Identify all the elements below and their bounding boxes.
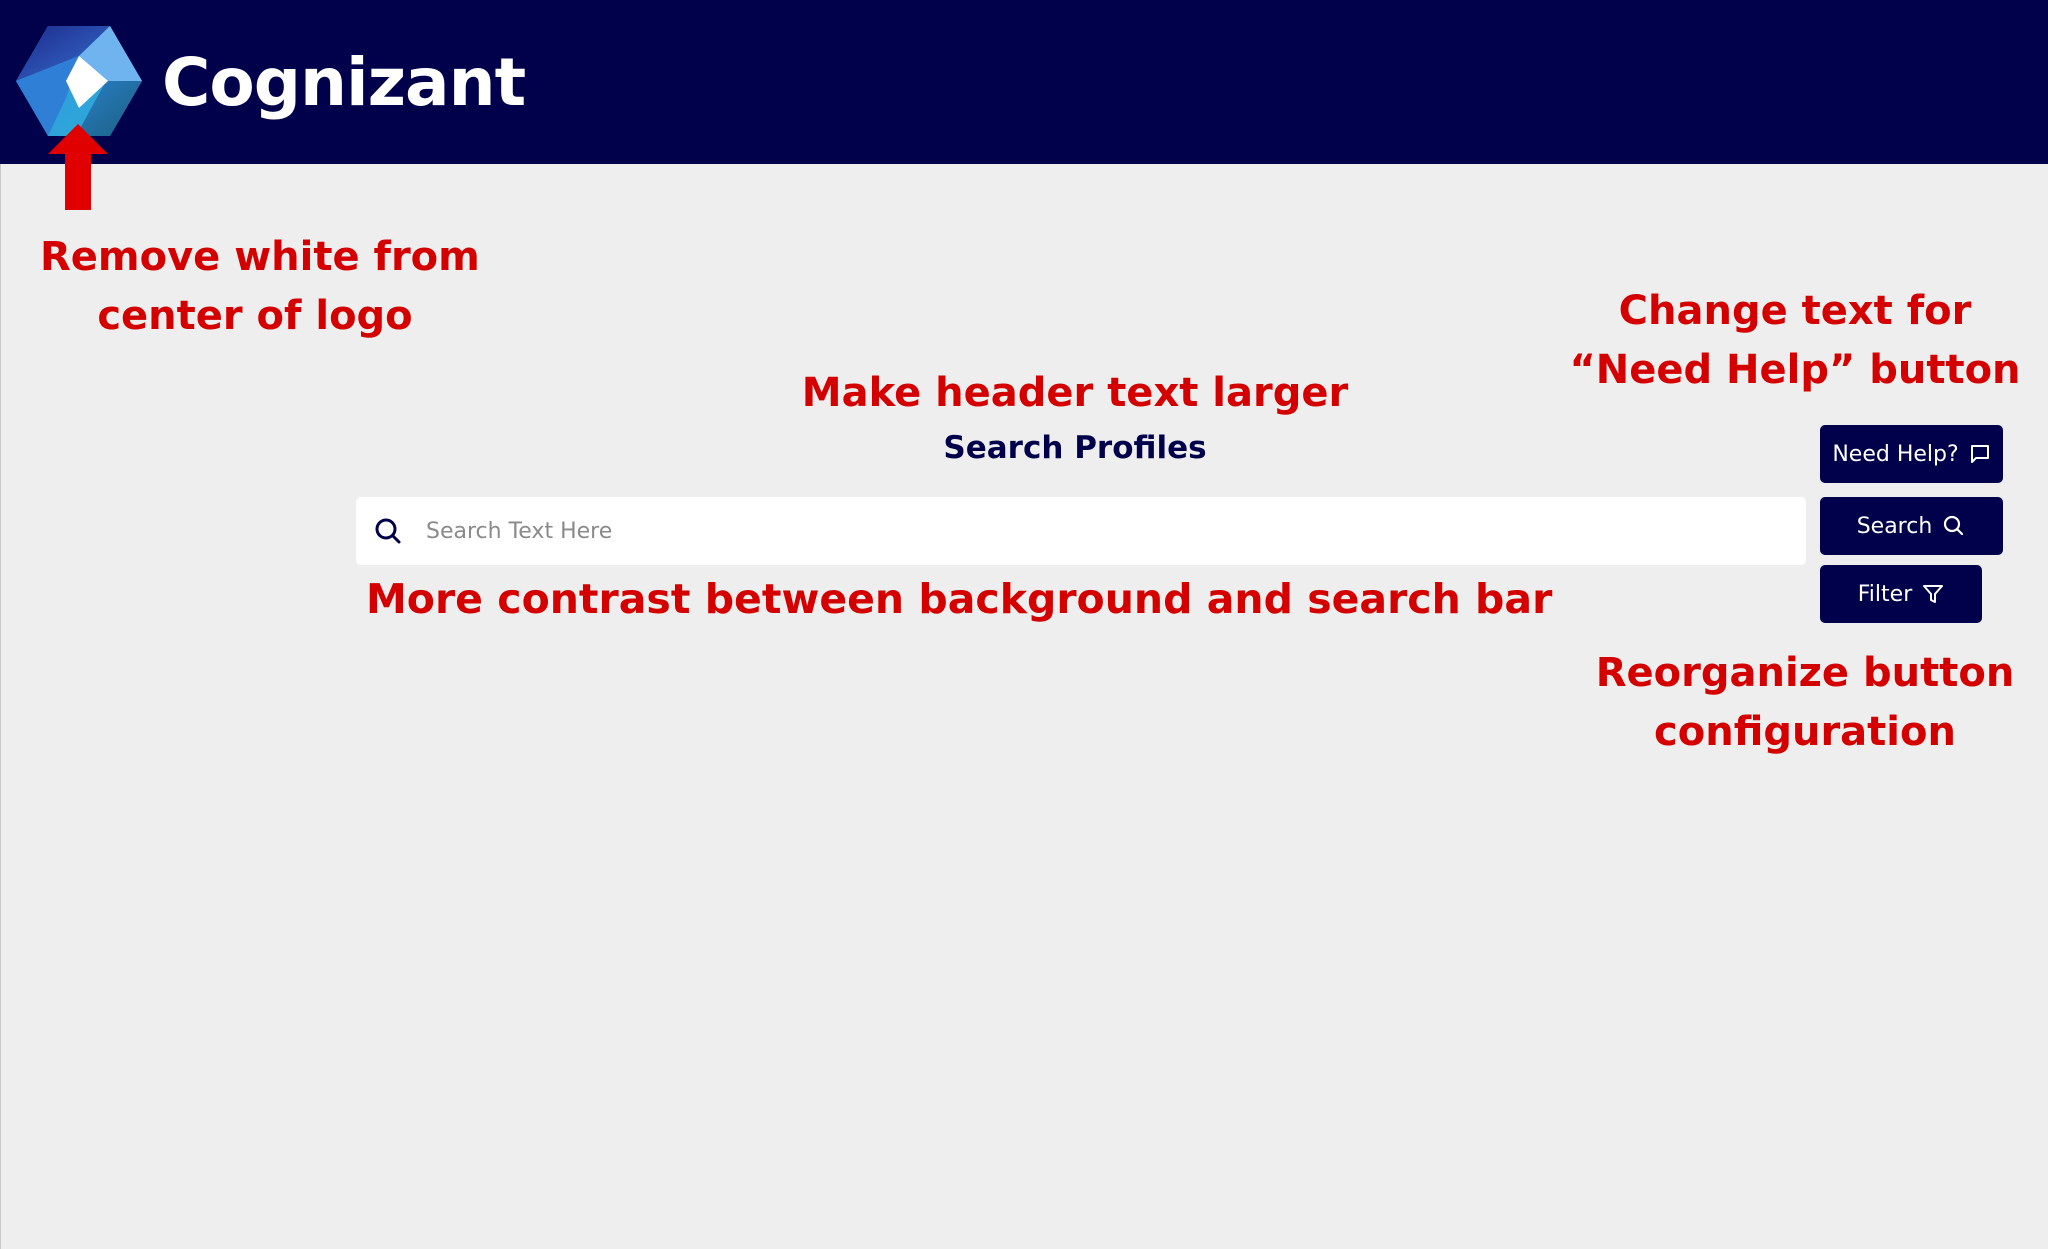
- chat-icon: [1970, 445, 1989, 463]
- annotation-logo: Remove white from center of logo: [40, 228, 480, 346]
- red-arrow-up-icon: [48, 124, 108, 210]
- filter-icon: [1923, 585, 1944, 603]
- annotation-need-help-line1: Change text for: [1618, 288, 1972, 334]
- cognizant-logo-icon[interactable]: [16, 26, 142, 136]
- page-title: Search Profiles: [943, 430, 1207, 466]
- search-button-label: Search: [1856, 513, 1933, 539]
- need-help-button[interactable]: Need Help?: [1820, 425, 2003, 483]
- page-left-border: [0, 164, 1, 1249]
- search-icon: [375, 518, 401, 544]
- annotation-reorganize: Reorganize button configuration: [1580, 644, 2030, 762]
- annotation-need-help-line2: “Need Help” button: [1569, 347, 2021, 393]
- search-icon: [1944, 515, 1964, 536]
- search-input[interactable]: [426, 497, 1786, 565]
- filter-button-label: Filter: [1857, 581, 1913, 607]
- annotation-need-help: Change text for “Need Help” button: [1560, 282, 2030, 400]
- need-help-button-label: Need Help?: [1832, 441, 1959, 467]
- top-header-bar: Cognizant: [0, 0, 2048, 164]
- search-bar[interactable]: [356, 497, 1806, 565]
- search-button[interactable]: Search: [1820, 497, 2003, 555]
- filter-button[interactable]: Filter: [1820, 565, 1982, 623]
- brand-name: Cognizant: [162, 44, 526, 121]
- annotation-contrast: More contrast between background and sea…: [366, 575, 1553, 623]
- annotation-logo-line1: Remove white from: [40, 234, 480, 280]
- annotation-reorganize-line2: configuration: [1654, 709, 1956, 755]
- annotation-reorganize-line1: Reorganize button: [1595, 650, 2015, 696]
- annotation-header-text: Make header text larger: [801, 370, 1349, 416]
- annotation-logo-line2: center of logo: [97, 293, 413, 339]
